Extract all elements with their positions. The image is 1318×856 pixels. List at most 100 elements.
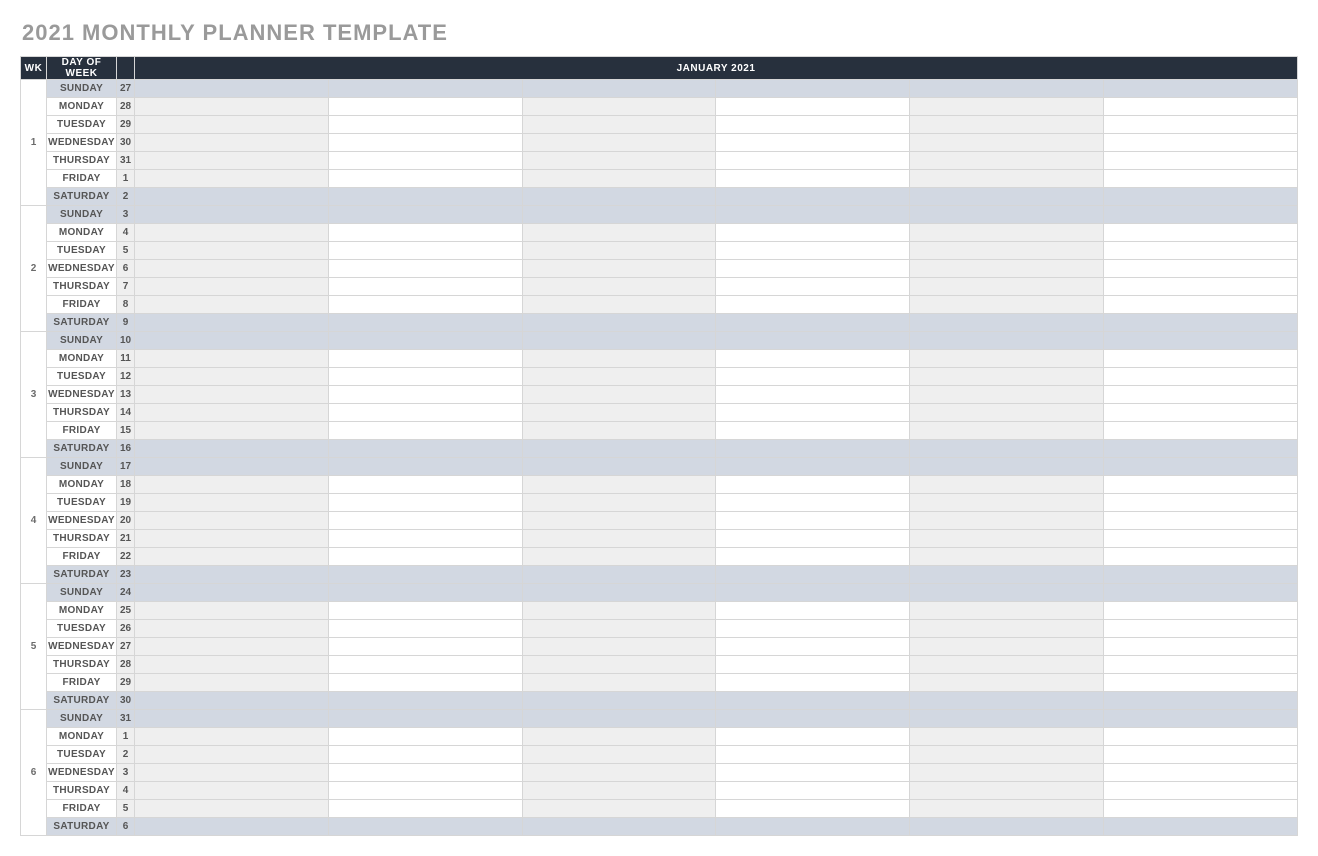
planner-slot[interactable]: [135, 764, 329, 782]
planner-slot[interactable]: [716, 674, 910, 692]
planner-slot[interactable]: [135, 368, 329, 386]
planner-slot[interactable]: [716, 224, 910, 242]
planner-slot[interactable]: [328, 188, 522, 206]
planner-slot[interactable]: [135, 674, 329, 692]
planner-slot[interactable]: [522, 764, 716, 782]
planner-slot[interactable]: [135, 80, 329, 98]
planner-slot[interactable]: [716, 80, 910, 98]
planner-slot[interactable]: [910, 692, 1104, 710]
planner-slot[interactable]: [910, 152, 1104, 170]
planner-slot[interactable]: [910, 386, 1104, 404]
planner-slot[interactable]: [328, 800, 522, 818]
planner-slot[interactable]: [328, 350, 522, 368]
planner-slot[interactable]: [910, 296, 1104, 314]
planner-slot[interactable]: [910, 332, 1104, 350]
planner-slot[interactable]: [716, 548, 910, 566]
planner-slot[interactable]: [522, 530, 716, 548]
planner-slot[interactable]: [135, 332, 329, 350]
planner-slot[interactable]: [716, 134, 910, 152]
planner-slot[interactable]: [716, 476, 910, 494]
planner-slot[interactable]: [135, 566, 329, 584]
planner-slot[interactable]: [135, 602, 329, 620]
planner-slot[interactable]: [328, 674, 522, 692]
planner-slot[interactable]: [910, 314, 1104, 332]
planner-slot[interactable]: [910, 656, 1104, 674]
planner-slot[interactable]: [716, 530, 910, 548]
planner-slot[interactable]: [135, 584, 329, 602]
planner-slot[interactable]: [522, 188, 716, 206]
planner-slot[interactable]: [910, 80, 1104, 98]
planner-slot[interactable]: [716, 584, 910, 602]
planner-slot[interactable]: [910, 422, 1104, 440]
planner-slot[interactable]: [716, 386, 910, 404]
planner-slot[interactable]: [716, 404, 910, 422]
planner-slot[interactable]: [135, 620, 329, 638]
planner-slot[interactable]: [716, 206, 910, 224]
planner-slot[interactable]: [328, 98, 522, 116]
planner-slot[interactable]: [135, 260, 329, 278]
planner-slot[interactable]: [135, 152, 329, 170]
planner-slot[interactable]: [1104, 440, 1298, 458]
planner-slot[interactable]: [716, 764, 910, 782]
planner-slot[interactable]: [135, 458, 329, 476]
planner-slot[interactable]: [522, 260, 716, 278]
planner-slot[interactable]: [522, 332, 716, 350]
planner-slot[interactable]: [910, 278, 1104, 296]
planner-slot[interactable]: [328, 314, 522, 332]
planner-slot[interactable]: [328, 728, 522, 746]
planner-slot[interactable]: [135, 746, 329, 764]
planner-slot[interactable]: [522, 674, 716, 692]
planner-slot[interactable]: [1104, 242, 1298, 260]
planner-slot[interactable]: [910, 134, 1104, 152]
planner-slot[interactable]: [135, 116, 329, 134]
planner-slot[interactable]: [910, 728, 1104, 746]
planner-slot[interactable]: [1104, 638, 1298, 656]
planner-slot[interactable]: [910, 224, 1104, 242]
planner-slot[interactable]: [1104, 764, 1298, 782]
planner-slot[interactable]: [328, 224, 522, 242]
planner-slot[interactable]: [716, 800, 910, 818]
planner-slot[interactable]: [328, 440, 522, 458]
planner-slot[interactable]: [328, 746, 522, 764]
planner-slot[interactable]: [135, 278, 329, 296]
planner-slot[interactable]: [716, 242, 910, 260]
planner-slot[interactable]: [522, 458, 716, 476]
planner-slot[interactable]: [135, 134, 329, 152]
planner-slot[interactable]: [910, 620, 1104, 638]
planner-slot[interactable]: [328, 476, 522, 494]
planner-slot[interactable]: [716, 656, 910, 674]
planner-slot[interactable]: [1104, 566, 1298, 584]
planner-slot[interactable]: [716, 188, 910, 206]
planner-slot[interactable]: [716, 260, 910, 278]
planner-slot[interactable]: [910, 584, 1104, 602]
planner-slot[interactable]: [522, 314, 716, 332]
planner-slot[interactable]: [1104, 80, 1298, 98]
planner-slot[interactable]: [1104, 296, 1298, 314]
planner-slot[interactable]: [910, 602, 1104, 620]
planner-slot[interactable]: [522, 98, 716, 116]
planner-slot[interactable]: [135, 314, 329, 332]
planner-slot[interactable]: [522, 548, 716, 566]
planner-slot[interactable]: [328, 548, 522, 566]
planner-slot[interactable]: [135, 782, 329, 800]
planner-slot[interactable]: [1104, 422, 1298, 440]
planner-slot[interactable]: [135, 818, 329, 836]
planner-slot[interactable]: [1104, 602, 1298, 620]
planner-slot[interactable]: [1104, 782, 1298, 800]
planner-slot[interactable]: [522, 584, 716, 602]
planner-slot[interactable]: [522, 386, 716, 404]
planner-slot[interactable]: [522, 404, 716, 422]
planner-slot[interactable]: [716, 494, 910, 512]
planner-slot[interactable]: [910, 818, 1104, 836]
planner-slot[interactable]: [328, 620, 522, 638]
planner-slot[interactable]: [1104, 656, 1298, 674]
planner-slot[interactable]: [135, 710, 329, 728]
planner-slot[interactable]: [522, 278, 716, 296]
planner-slot[interactable]: [522, 242, 716, 260]
planner-slot[interactable]: [328, 602, 522, 620]
planner-slot[interactable]: [716, 368, 910, 386]
planner-slot[interactable]: [135, 638, 329, 656]
planner-slot[interactable]: [135, 476, 329, 494]
planner-slot[interactable]: [716, 458, 910, 476]
planner-slot[interactable]: [328, 692, 522, 710]
